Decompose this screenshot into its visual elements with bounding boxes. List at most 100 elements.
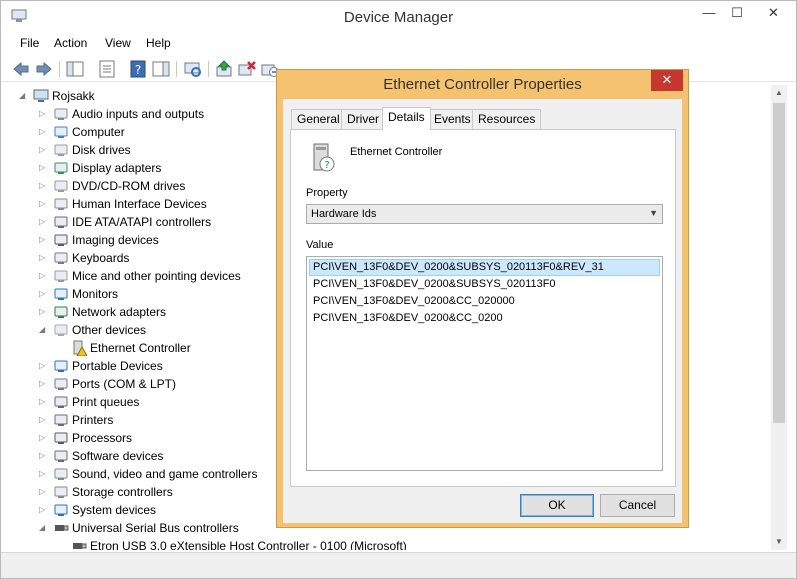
property-dropdown[interactable]: Hardware Ids ▼ <box>306 204 663 224</box>
expand-arrow-icon[interactable]: ▷ <box>39 213 49 231</box>
tree-item-label: System devices <box>72 503 157 517</box>
expand-arrow-icon[interactable]: ▷ <box>39 411 49 429</box>
action-view-icon[interactable] <box>151 59 171 79</box>
tree-item-label: Network adapters <box>72 305 167 319</box>
unknown-device-icon: ? <box>313 143 335 172</box>
tree-item-label: Audio inputs and outputs <box>72 107 205 121</box>
collapse-arrow-icon[interactable]: ◢ <box>19 87 29 105</box>
expand-arrow-icon[interactable]: ▷ <box>39 429 49 447</box>
expand-arrow-icon[interactable]: ▷ <box>39 285 49 303</box>
value-item[interactable]: PCI\VEN_13F0&DEV_0200&SUBSYS_020113F0&RE… <box>309 259 660 276</box>
expand-arrow-icon[interactable]: ▷ <box>39 303 49 321</box>
expand-arrow-icon[interactable]: ▷ <box>39 177 49 195</box>
scroll-thumb[interactable] <box>773 103 785 423</box>
scroll-down-arrow-icon[interactable]: ▼ <box>771 534 787 550</box>
value-item[interactable]: PCI\VEN_13F0&DEV_0200&SUBSYS_020113F0 <box>309 276 660 293</box>
menu-help[interactable]: Help <box>146 36 171 50</box>
properties-dialog: Ethernet Controller Properties ✕ General… <box>276 69 689 528</box>
expand-arrow-icon[interactable]: ▷ <box>39 231 49 249</box>
expand-arrow-icon[interactable]: ▷ <box>39 141 49 159</box>
tree-root-label: Rojsakk <box>52 89 95 103</box>
computer-icon <box>33 89 49 102</box>
expand-arrow-icon[interactable]: ▷ <box>39 249 49 267</box>
close-button[interactable]: ✕ <box>751 3 796 25</box>
mouse-icon <box>54 270 68 282</box>
dialog-close-button[interactable]: ✕ <box>651 70 683 91</box>
tree-item-label: Display adapters <box>72 161 162 175</box>
properties-sheet-icon[interactable] <box>97 59 117 79</box>
tree-item-label: Human Interface Devices <box>72 197 207 211</box>
port-icon <box>54 378 68 390</box>
tab-general[interactable]: General <box>291 109 346 129</box>
expand-arrow-icon[interactable]: ▷ <box>39 357 49 375</box>
speaker-icon <box>54 468 68 480</box>
software-device-icon <box>54 450 68 462</box>
title-bar[interactable]: Device Manager — ☐ ✕ <box>1 1 796 33</box>
menu-action[interactable]: Action <box>54 36 87 50</box>
scroll-up-arrow-icon[interactable]: ▲ <box>771 85 787 101</box>
uninstall-device-icon[interactable] <box>237 59 257 79</box>
cancel-button[interactable]: Cancel <box>600 494 675 517</box>
expand-arrow-icon[interactable]: ▷ <box>39 123 49 141</box>
menu-view[interactable]: View <box>105 36 131 50</box>
back-arrow-icon[interactable] <box>11 59 31 79</box>
show-hide-console-tree-icon[interactable] <box>65 59 85 79</box>
update-driver-icon[interactable] <box>214 59 234 79</box>
expand-arrow-icon[interactable]: ▷ <box>39 105 49 123</box>
tree-item-label: Processors <box>72 431 133 445</box>
svg-text:?: ? <box>324 160 329 171</box>
tree-item-label: Etron USB 3.0 eXtensible Host Controller… <box>90 539 407 550</box>
dialog-client-area: General Driver Details Events Resources … <box>283 99 682 523</box>
tab-events[interactable]: Events <box>428 109 477 129</box>
camera-icon <box>54 234 68 246</box>
chevron-down-icon: ▼ <box>649 208 658 218</box>
tree-item-label: Storage controllers <box>72 485 173 499</box>
value-item[interactable]: PCI\VEN_13F0&DEV_0200&CC_0200 <box>309 310 660 327</box>
menu-bar: File Action View Help <box>1 33 796 55</box>
tree-item-label: DVD/CD-ROM drives <box>72 179 186 193</box>
expand-arrow-icon[interactable]: ▷ <box>39 375 49 393</box>
collapse-arrow-icon[interactable]: ◢ <box>39 321 49 339</box>
storage-controller-icon <box>54 486 68 498</box>
tree-item-label: Ethernet Controller <box>90 341 191 355</box>
expand-arrow-icon[interactable]: ▷ <box>39 159 49 177</box>
tree-item[interactable]: Etron USB 3.0 eXtensible Host Controller… <box>57 537 557 550</box>
processor-icon <box>54 432 68 444</box>
tree-item-label: Keyboards <box>72 251 130 265</box>
computer-icon <box>54 126 68 138</box>
tree-item-label: Ports (COM & LPT) <box>72 377 177 391</box>
tree-root[interactable]: ◢ Rojsakk <box>19 87 219 105</box>
value-list[interactable]: PCI\VEN_13F0&DEV_0200&SUBSYS_020113F0&RE… <box>306 256 663 471</box>
dvd-drive-icon <box>54 180 68 192</box>
ide-controller-icon <box>54 216 68 228</box>
expand-arrow-icon[interactable]: ▷ <box>39 267 49 285</box>
value-label: Value <box>306 239 334 251</box>
maximize-button[interactable]: ☐ <box>723 3 751 25</box>
collapse-arrow-icon[interactable]: ◢ <box>39 519 49 537</box>
tab-resources[interactable]: Resources <box>472 109 542 129</box>
tree-item-label: Software devices <box>72 449 164 463</box>
ok-button[interactable]: OK <box>520 494 594 517</box>
forward-arrow-icon[interactable] <box>34 59 54 79</box>
network-adapter-icon <box>54 306 68 318</box>
expand-arrow-icon[interactable]: ▷ <box>39 393 49 411</box>
usb-icon <box>73 543 87 549</box>
expand-arrow-icon[interactable]: ▷ <box>39 501 49 519</box>
expand-arrow-icon[interactable]: ▷ <box>39 483 49 501</box>
disk-drive-icon <box>54 144 68 156</box>
value-item[interactable]: PCI\VEN_13F0&DEV_0200&CC_020000 <box>309 293 660 310</box>
help-icon[interactable]: ? <box>128 59 148 79</box>
expand-arrow-icon[interactable]: ▷ <box>39 195 49 213</box>
minimize-button[interactable]: — <box>695 3 723 25</box>
tree-item-label: Portable Devices <box>72 359 163 373</box>
tab-details[interactable]: Details <box>382 107 431 130</box>
tab-driver[interactable]: Driver <box>341 109 385 129</box>
expand-arrow-icon[interactable]: ▷ <box>39 465 49 483</box>
vertical-scrollbar[interactable]: ▲ ▼ <box>771 85 787 550</box>
menu-file[interactable]: File <box>20 36 39 50</box>
keyboard-icon <box>54 252 68 264</box>
expand-arrow-icon[interactable]: ▷ <box>39 447 49 465</box>
property-selected-value: Hardware Ids <box>311 208 377 220</box>
scan-hardware-icon[interactable] <box>183 59 203 79</box>
tree-item-label: Universal Serial Bus controllers <box>72 521 239 535</box>
